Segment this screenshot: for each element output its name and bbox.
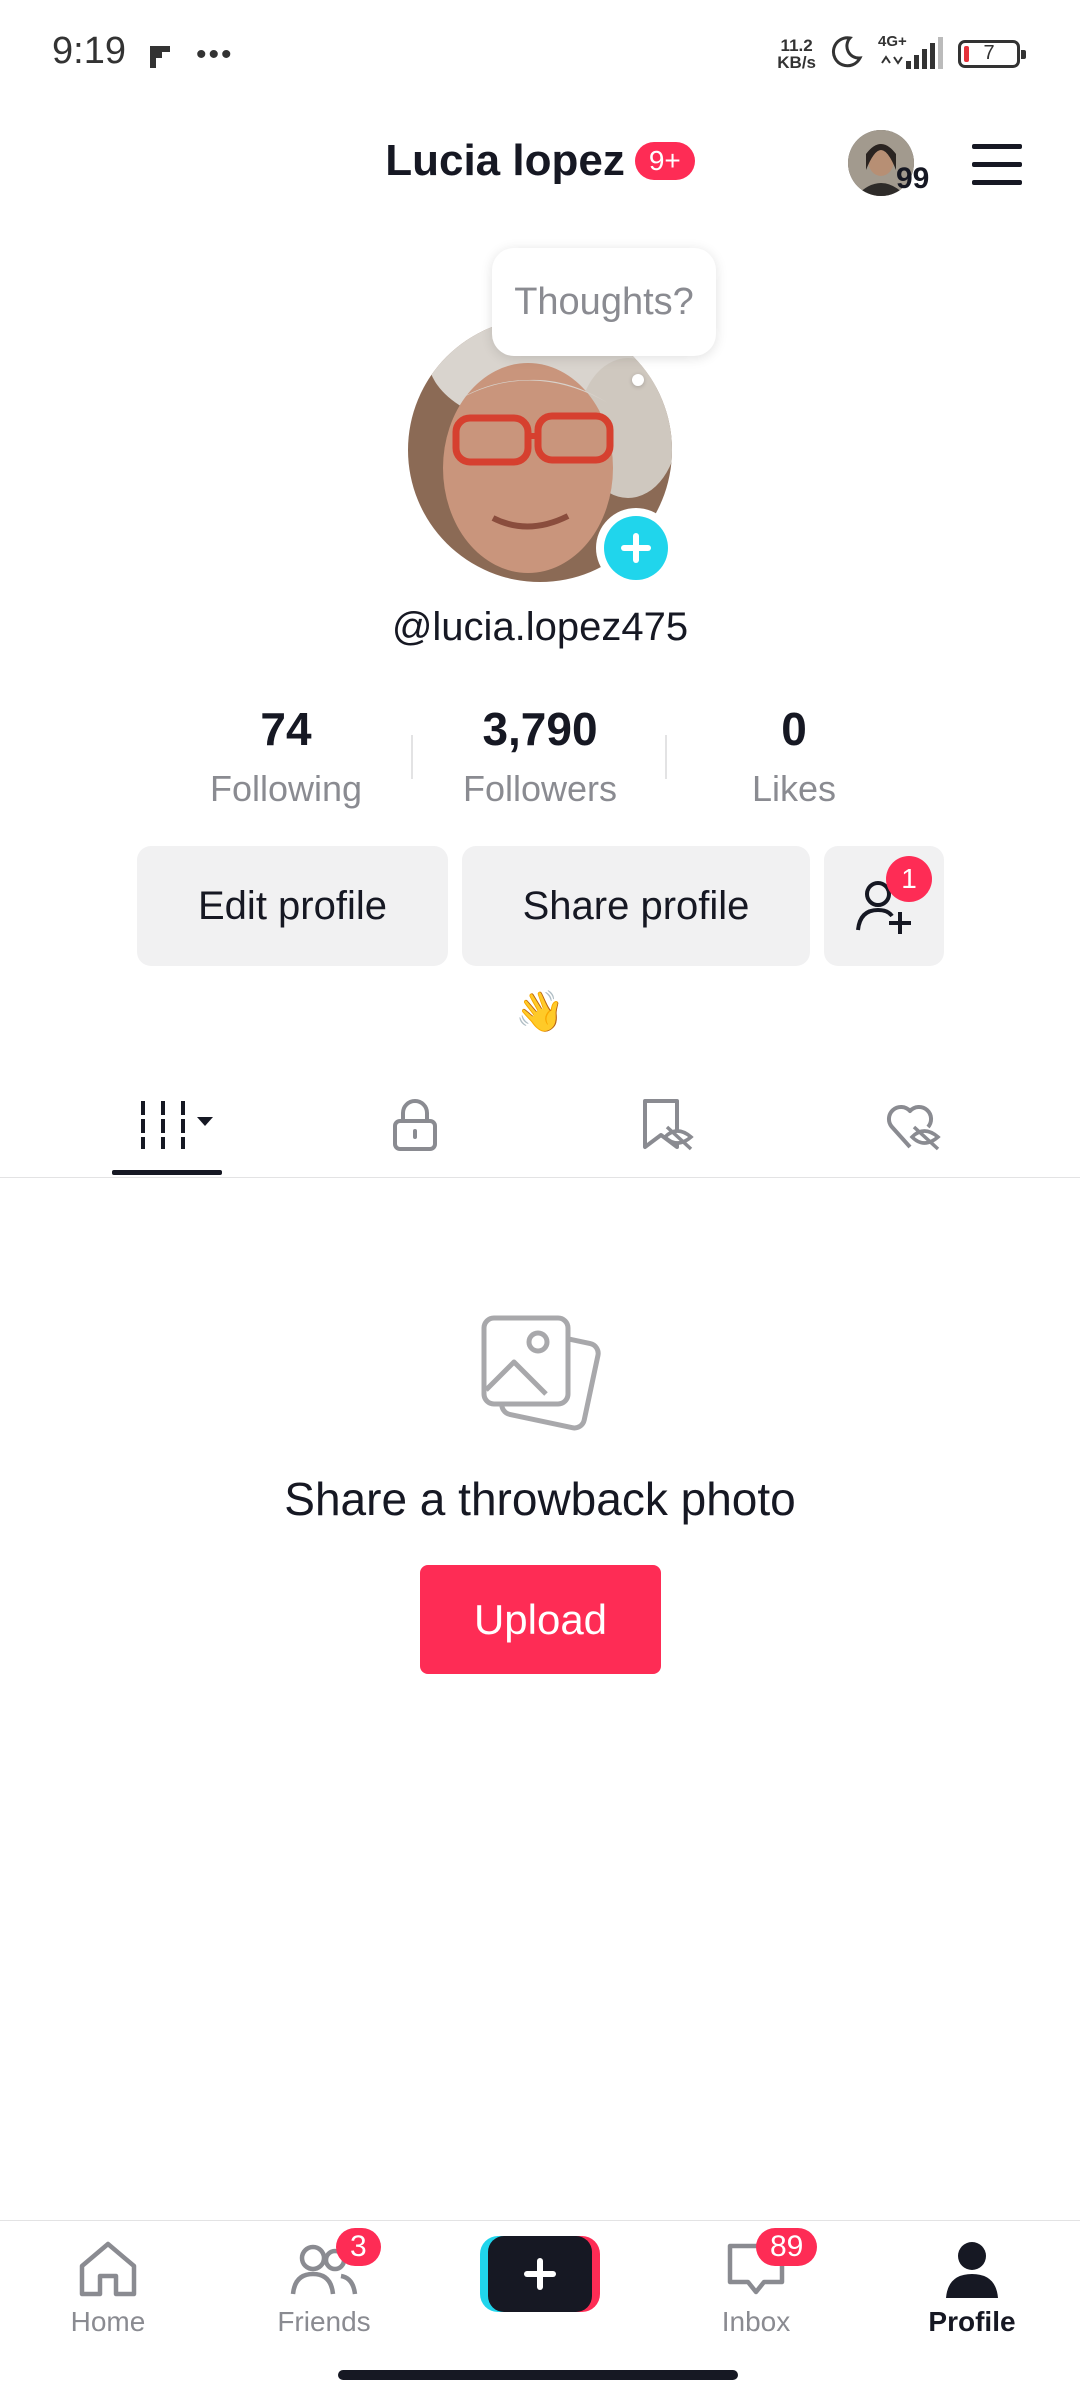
create-button[interactable] [480,2236,600,2312]
nav-friends-label: Friends [277,2306,371,2337]
thought-bubble-dot [632,374,644,386]
stat-likes[interactable]: 0 Likes [664,702,924,810]
status-time: 9:19 [52,30,126,72]
home-indicator [338,2370,738,2380]
nav-profile[interactable]: Profile [882,2238,1062,2338]
tab-active-indicator [112,1170,222,1175]
nav-home[interactable]: Home [18,2238,198,2338]
bookmark-hidden-icon [643,1099,694,1151]
signal-icon: 4G+ [878,33,944,71]
upload-button[interactable]: Upload [420,1565,661,1674]
nav-home-label: Home [70,2306,146,2337]
profile-icon [946,2242,998,2298]
moon-icon [830,34,864,73]
stat-followers[interactable]: 3,790 Followers [410,702,670,810]
flipboard-icon [148,44,172,75]
tab-private[interactable] [375,1090,455,1160]
grid-icon [137,1101,213,1149]
heart-hidden-icon [886,1104,941,1151]
photo-icon [476,1310,604,1438]
network-speed: 11.2 KB/s [777,35,816,72]
friends-nav-badge: 3 [336,2228,381,2266]
stat-following[interactable]: 74 Following [156,702,416,810]
tab-saved[interactable] [627,1090,707,1160]
bottom-nav-divider [0,2220,1080,2221]
nav-profile-label: Profile [928,2306,1016,2337]
home-icon [79,2241,137,2297]
inbox-nav-badge: 89 [756,2228,818,2266]
bio-emoji: 👋 [515,990,565,1034]
friends-count: 99 [896,162,930,195]
nav-friends[interactable]: Friends [234,2238,414,2338]
notification-badge: 9+ [634,142,695,180]
status-right: 11.2 KB/s 4G+ 7 [777,33,1026,73]
lock-icon [393,1099,437,1151]
battery-icon: 7 [958,39,1026,68]
thought-bubble[interactable]: Thoughts? [492,248,716,356]
tab-videos[interactable] [130,1090,220,1160]
tab-liked[interactable] [874,1090,954,1160]
empty-state-title: Share a throwback photo [284,1473,796,1525]
share-profile-button[interactable]: Share profile [462,846,810,966]
add-friends-badge: 1 [886,856,932,902]
menu-icon[interactable] [970,142,1024,186]
add-story-button[interactable] [596,508,676,588]
profile-name: Lucia lopez [385,136,625,185]
more-dots-icon: ••• [196,38,234,71]
edit-profile-button[interactable]: Edit profile [137,846,448,966]
profile-handle: @lucia.lopez475 [391,605,689,649]
tabs-divider [0,1177,1080,1178]
nav-inbox-label: Inbox [721,2306,791,2337]
plus-icon [621,533,651,563]
